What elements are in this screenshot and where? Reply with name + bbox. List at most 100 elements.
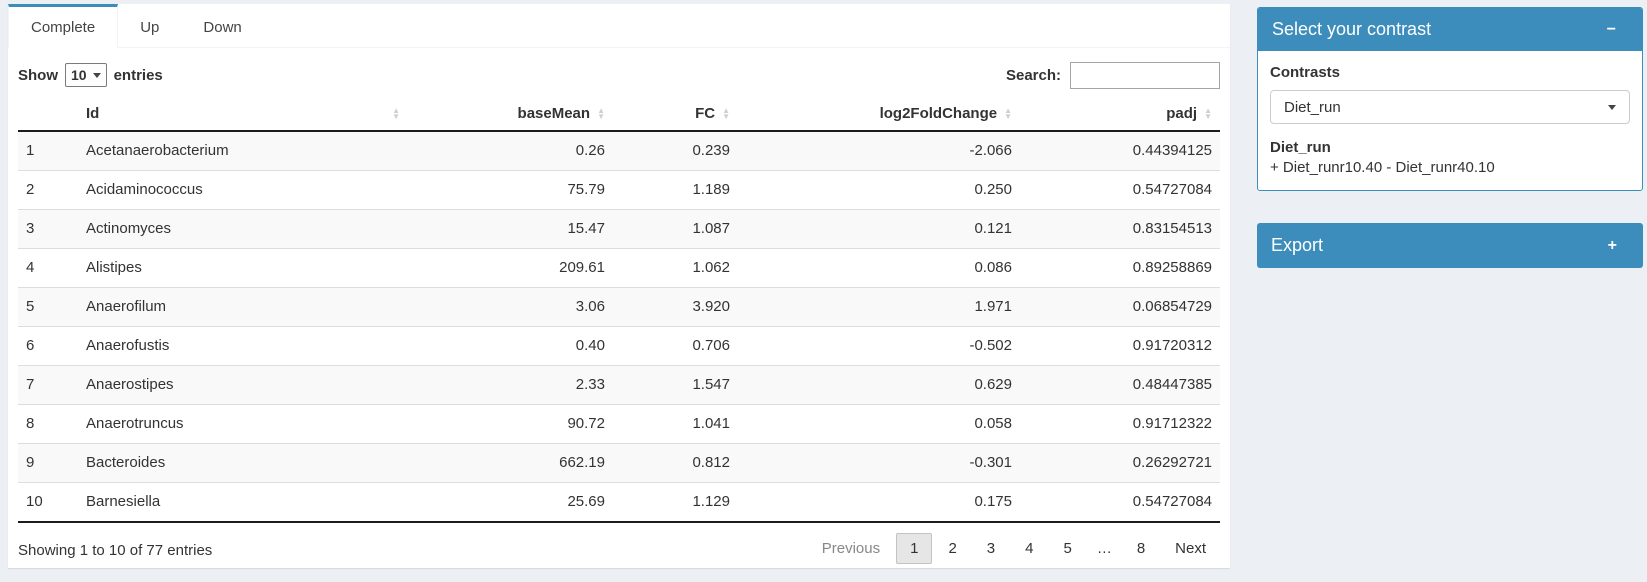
fc-cell: 0.812	[613, 444, 738, 483]
id-cell: Bacteroides	[78, 444, 408, 483]
table-row: 1Acetanaerobacterium0.260.239-2.0660.443…	[18, 131, 1220, 171]
basemean-cell: 662.19	[408, 444, 613, 483]
table-row: 8Anaerotruncus90.721.0410.0580.91712322	[18, 405, 1220, 444]
results-table: Id▲▼ baseMean ▲▼ FC ▲▼ log2FoldChange ▲▼ padj ▲▼…	[18, 97, 1220, 523]
table-row: 2Acidaminococcus75.791.1890.2500.5472708…	[18, 171, 1220, 210]
id-cell: Acetanaerobacterium	[78, 131, 408, 171]
row-index-cell: 3	[18, 210, 78, 249]
header-row: Id▲▼ baseMean ▲▼ FC ▲▼ log2FoldChange ▲▼ padj ▲▼	[18, 97, 1220, 131]
padj-cell: 0.83154513	[1020, 210, 1220, 249]
column-header-padj[interactable]: padj ▲▼	[1020, 97, 1220, 131]
contrast-select-value: Diet_run	[1284, 99, 1341, 116]
table-row: 9Bacteroides662.190.812-0.3010.26292721	[18, 444, 1220, 483]
table-body: 1Acetanaerobacterium0.260.239-2.0660.443…	[18, 131, 1220, 522]
column-label: baseMean	[518, 105, 591, 122]
log2foldchange-cell: 0.058	[738, 405, 1020, 444]
search-input[interactable]	[1070, 62, 1220, 89]
column-label: padj	[1166, 105, 1197, 122]
datatable-toolbar: Show 10 entries Search:	[18, 61, 1220, 89]
search-label: Search:	[1006, 67, 1061, 84]
column-header-index	[18, 97, 78, 131]
fc-cell: 3.920	[613, 288, 738, 327]
pagination-next[interactable]: Next	[1161, 533, 1220, 564]
padj-cell: 0.91720312	[1020, 327, 1220, 366]
id-cell: Anaerofilum	[78, 288, 408, 327]
tab-down[interactable]: Down	[181, 4, 263, 48]
tab-bar: CompleteUpDown	[8, 4, 1230, 48]
pagination-5[interactable]: 5	[1049, 533, 1085, 564]
padj-cell: 0.89258869	[1020, 249, 1220, 288]
log2foldchange-cell: -0.301	[738, 444, 1020, 483]
contrast-select[interactable]: Diet_run	[1270, 90, 1630, 124]
collapse-minus-icon[interactable]: −	[1595, 22, 1628, 38]
id-cell: Anaerotruncus	[78, 405, 408, 444]
log2foldchange-cell: 0.629	[738, 366, 1020, 405]
pagination-previous[interactable]: Previous	[808, 533, 894, 564]
table-row: 6Anaerofustis0.400.706-0.5020.91720312	[18, 327, 1220, 366]
datatable-footer: Showing 1 to 10 of 77 entries Previous12…	[18, 533, 1220, 564]
log2foldchange-cell: -2.066	[738, 131, 1020, 171]
row-index-cell: 2	[18, 171, 78, 210]
fc-cell: 0.239	[613, 131, 738, 171]
table-row: 4Alistipes209.611.0620.0860.89258869	[18, 249, 1220, 288]
expand-plus-icon[interactable]: +	[1596, 238, 1629, 254]
caret-down-icon	[1608, 105, 1616, 110]
column-label: Id	[86, 105, 99, 122]
fc-cell: 1.062	[613, 249, 738, 288]
column-header-id[interactable]: Id▲▼	[78, 97, 408, 131]
basemean-cell: 75.79	[408, 171, 613, 210]
column-header-fc[interactable]: FC ▲▼	[613, 97, 738, 131]
pagination-3[interactable]: 3	[973, 533, 1009, 564]
padj-cell: 0.54727084	[1020, 171, 1220, 210]
column-label: FC	[695, 105, 715, 122]
page-length-value: 10	[71, 67, 87, 83]
sort-icon: ▲▼	[1004, 108, 1012, 120]
pagination-2[interactable]: 2	[934, 533, 970, 564]
padj-cell: 0.48447385	[1020, 366, 1220, 405]
log2foldchange-cell: 0.121	[738, 210, 1020, 249]
export-panel-title: Export	[1271, 235, 1323, 256]
log2foldchange-cell: 0.175	[738, 483, 1020, 523]
show-label: Show	[18, 67, 58, 84]
contrast-panel: Select your contrast − Contrasts Diet_ru…	[1257, 7, 1643, 191]
contrast-formula: + Diet_runr10.40 - Diet_runr40.10	[1270, 159, 1630, 176]
pagination-1[interactable]: 1	[896, 533, 932, 564]
contrast-panel-title: Select your contrast	[1272, 19, 1431, 40]
table-row: 7Anaerostipes2.331.5470.6290.48447385	[18, 366, 1220, 405]
padj-cell: 0.06854729	[1020, 288, 1220, 327]
sort-icon: ▲▼	[722, 108, 730, 120]
basemean-cell: 2.33	[408, 366, 613, 405]
results-widget: CompleteUpDown Show 10 entries Search: I…	[8, 4, 1230, 568]
sort-icon: ▲▼	[1204, 108, 1212, 120]
export-panel[interactable]: Export +	[1257, 223, 1643, 268]
tab-complete[interactable]: Complete	[8, 4, 118, 48]
column-header-baseMean[interactable]: baseMean ▲▼	[408, 97, 613, 131]
basemean-cell: 0.40	[408, 327, 613, 366]
pagination: Previous12345…8Next	[806, 533, 1220, 564]
contrast-name: Diet_run	[1270, 139, 1630, 156]
column-header-log2fc[interactable]: log2FoldChange ▲▼	[738, 97, 1020, 131]
row-index-cell: 4	[18, 249, 78, 288]
basemean-cell: 25.69	[408, 483, 613, 523]
basemean-cell: 3.06	[408, 288, 613, 327]
id-cell: Anaerostipes	[78, 366, 408, 405]
log2foldchange-cell: 0.086	[738, 249, 1020, 288]
table-row: 5Anaerofilum3.063.9201.9710.06854729	[18, 288, 1220, 327]
column-label: log2FoldChange	[880, 105, 998, 122]
contrast-panel-header: Select your contrast −	[1258, 8, 1642, 51]
table-row: 3Actinomyces15.471.0870.1210.83154513	[18, 210, 1220, 249]
page-length-select[interactable]: 10	[65, 63, 107, 87]
sort-icon: ▲▼	[597, 108, 605, 120]
id-cell: Anaerofustis	[78, 327, 408, 366]
pagination-4[interactable]: 4	[1011, 533, 1047, 564]
contrast-panel-body: Contrasts Diet_run Diet_run + Diet_runr1…	[1258, 51, 1642, 190]
row-index-cell: 8	[18, 405, 78, 444]
fc-cell: 1.189	[613, 171, 738, 210]
log2foldchange-cell: -0.502	[738, 327, 1020, 366]
tab-up[interactable]: Up	[118, 4, 181, 48]
basemean-cell: 209.61	[408, 249, 613, 288]
contrasts-label: Contrasts	[1270, 64, 1630, 81]
page-length-control: Show 10 entries	[18, 63, 163, 87]
pagination-8[interactable]: 8	[1123, 533, 1159, 564]
table-row: 10Barnesiella25.691.1290.1750.54727084	[18, 483, 1220, 523]
